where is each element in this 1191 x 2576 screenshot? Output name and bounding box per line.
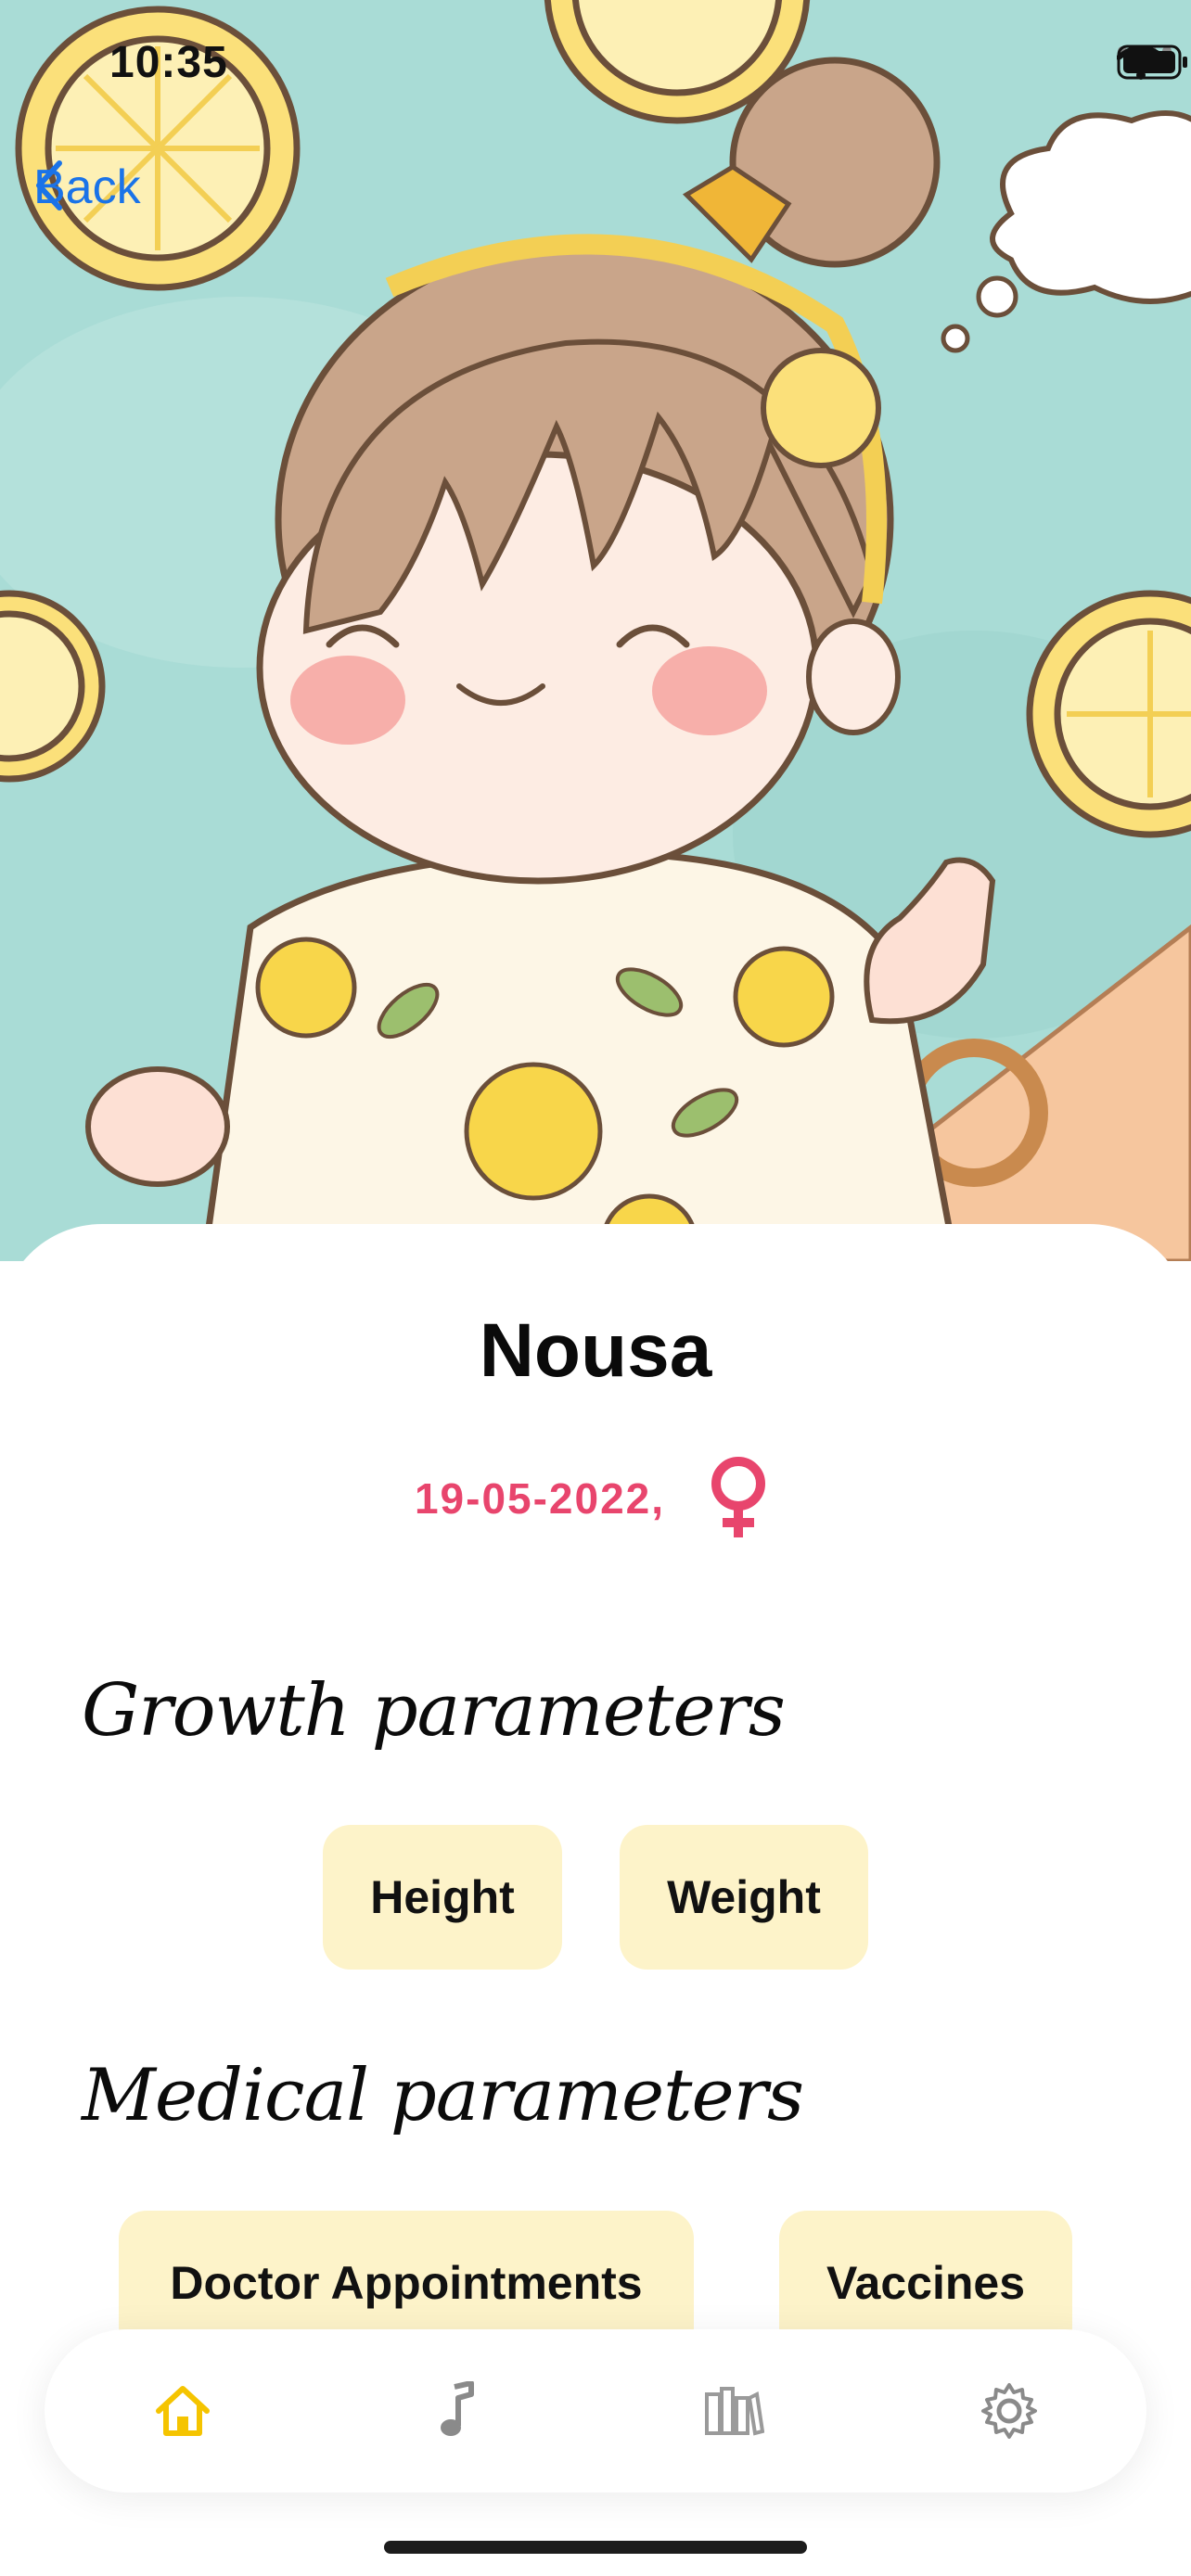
weight-button[interactable]: Weight (620, 1825, 868, 1970)
height-button[interactable]: Height (323, 1825, 562, 1970)
header-illustration: 10:35 Back (0, 0, 1191, 1261)
gear-icon (980, 2383, 1037, 2439)
birth-date: 19-05-2022, (414, 1474, 666, 1523)
female-symbol-icon (711, 1457, 766, 1537)
tab-bar (45, 2329, 1146, 2493)
tab-music[interactable] (403, 2355, 514, 2467)
music-note-icon (440, 2381, 474, 2436)
birth-info: 19-05-2022, (0, 1456, 1191, 1541)
medical-section-title: Medical parameters (82, 2054, 804, 2137)
back-button[interactable]: Back (33, 159, 141, 215)
tab-library[interactable] (678, 2355, 789, 2467)
home-icon (155, 2386, 210, 2436)
growth-section-title: Growth parameters (82, 1669, 786, 1753)
child-name: Nousa (479, 1308, 712, 1393)
tab-home[interactable] (127, 2355, 238, 2467)
girl-with-lemons-illustration (0, 0, 1191, 1261)
status-time: 10:35 (109, 38, 228, 87)
battery-icon (1117, 45, 1187, 80)
pencil-icon (1133, 210, 1190, 268)
tab-settings[interactable] (954, 2355, 1065, 2467)
home-indicator (384, 2541, 807, 2554)
chevron-left-icon (36, 160, 62, 210)
books-icon (704, 2387, 764, 2436)
